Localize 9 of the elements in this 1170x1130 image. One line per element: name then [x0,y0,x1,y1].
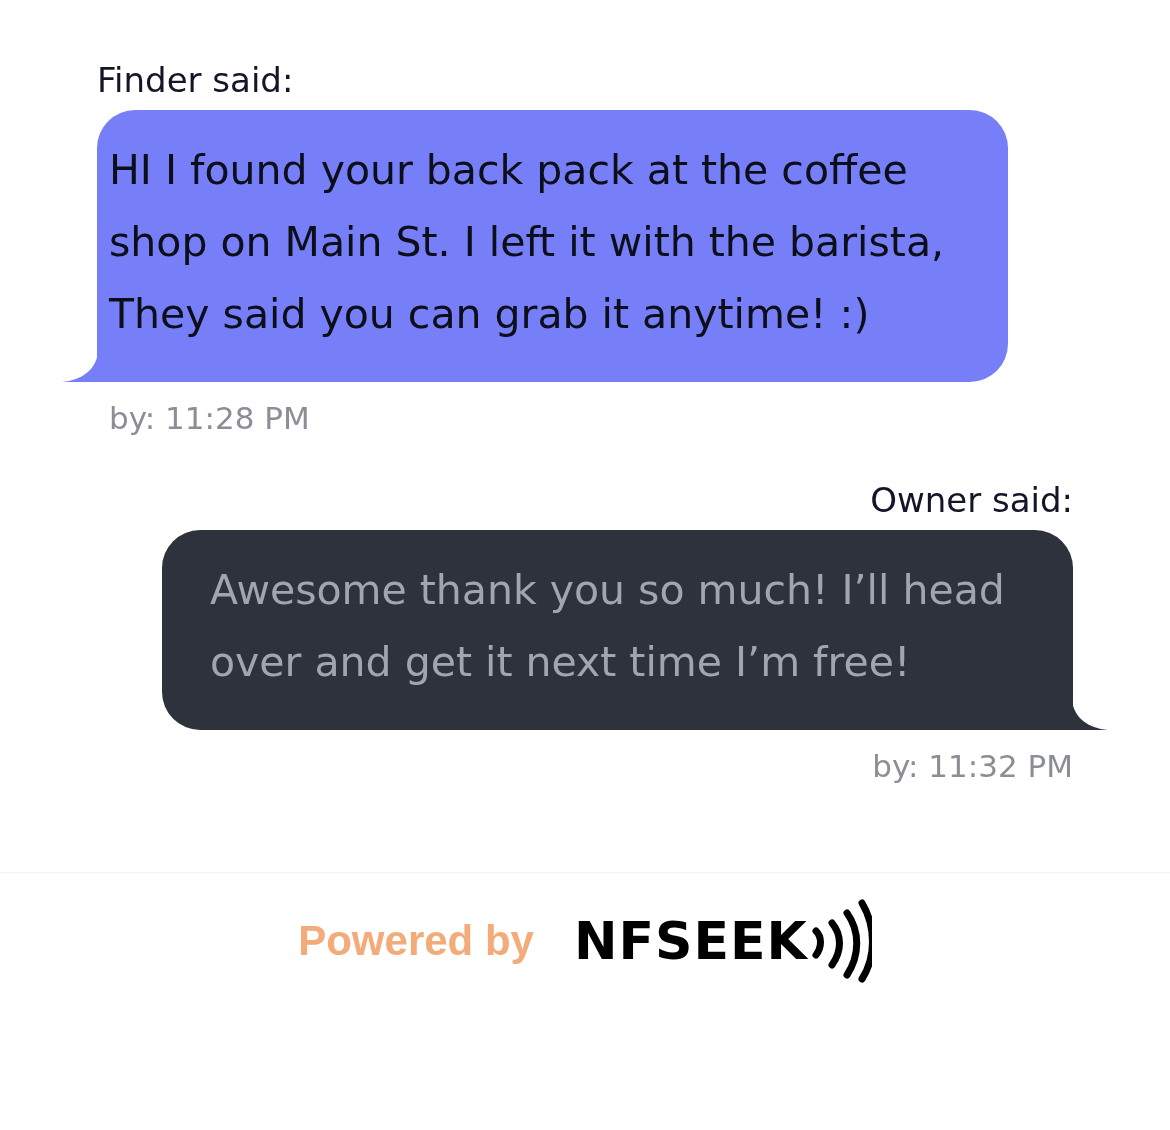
message-bubble: HI I found your back pack at the coffee shop on Main St. I left it with the barista, They said you can grab it anytime! :) [97,110,1008,382]
signal-waves-icon [809,899,872,983]
brand-logo-text: NFSEEK [573,911,808,971]
sender-label: Owner said: [870,479,1073,522]
timestamp: by: 11:28 PM [108,399,310,438]
powered-by-label: Powered by [298,917,534,965]
timestamp: by: 11:32 PM [872,747,1073,786]
sender-label: Finder said: [97,59,294,102]
message-bubble: Awesome thank you so much! I’ll head over and get it next time I’m free! [162,530,1073,730]
